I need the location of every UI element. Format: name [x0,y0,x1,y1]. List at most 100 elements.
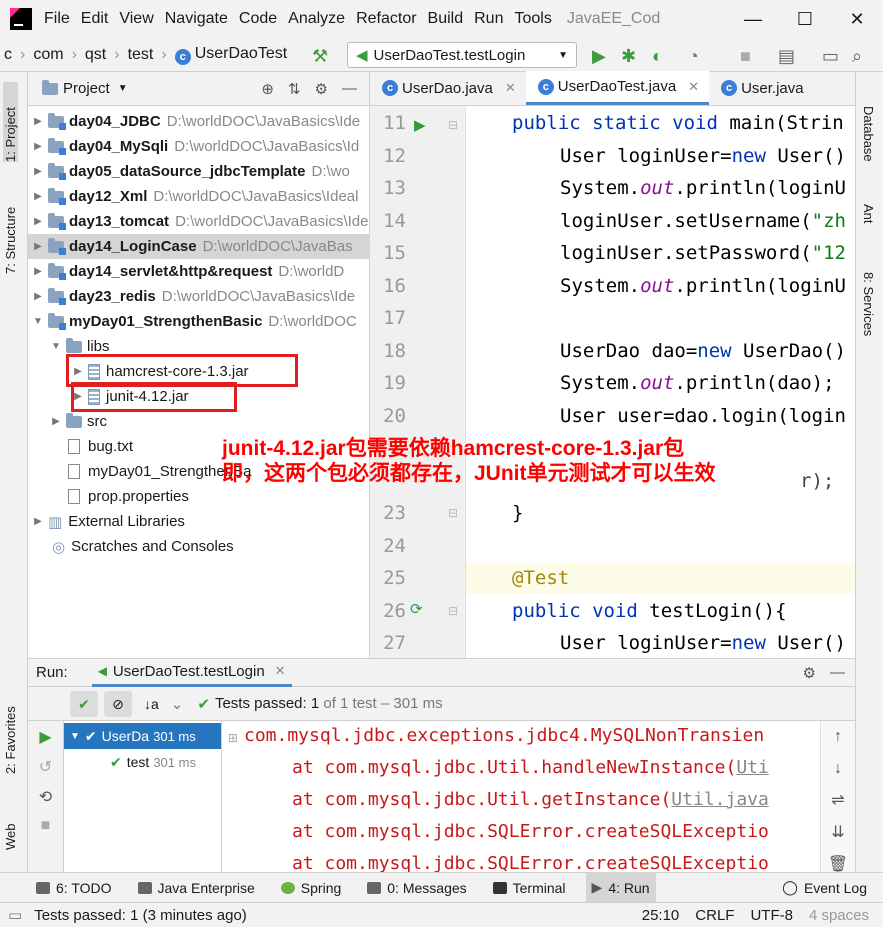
collapse-arrow-icon[interactable]: ▼ [32,316,44,327]
menu-file[interactable]: File [44,10,70,28]
expand-icon[interactable]: ⊞ [228,731,238,745]
fold-icon[interactable]: ⊟ [448,118,458,132]
project-panel-title[interactable]: Project [63,80,110,97]
maximize-button[interactable]: ☐ [779,9,831,30]
tree-item-day12-xml[interactable]: ▶ day12_Xml D:\worldDOC\JavaBasics\Ideal [28,184,370,209]
line-separator[interactable]: CRLF [695,907,734,924]
menu-view[interactable]: View [119,10,153,28]
menu-edit[interactable]: Edit [81,10,109,28]
fold-icon[interactable]: ⊟ [448,604,458,618]
close-icon[interactable]: ✕ [688,79,699,95]
cursor-position[interactable]: 25:10 [642,907,680,924]
run-test-icon[interactable]: ⟳ [410,600,423,618]
tab-userdaotest-java[interactable]: c UserDaoTest.java ✕ [525,71,710,105]
expand-arrow-icon[interactable]: ▶ [32,141,44,152]
test-suite-row[interactable]: ▼ ✔ UserDa 301 ms [64,723,221,749]
run-configuration-select[interactable]: ◀ UserDaoTest.testLogin ▼ [347,42,577,68]
close-icon[interactable]: ✕ [505,80,516,96]
breadcrumb-qst[interactable]: qst [85,46,106,64]
run-tab[interactable]: ◀ UserDaoTest.testLogin ✕ [91,659,292,687]
status-window-icon[interactable]: ▭ [8,906,22,924]
collapse-arrow-icon[interactable]: ▼ [70,731,80,742]
menu-tools[interactable]: Tools [514,10,551,28]
breadcrumb-com[interactable]: com [33,46,63,64]
arrow-down-icon[interactable]: ↓ [821,753,855,785]
console-output[interactable]: ⊞ com.mysql.jdbc.exceptions.jdbc4.MySQLN… [222,721,820,873]
test-case-row[interactable]: ✔ test 301 ms [64,749,221,775]
tree-item-day05-datasource[interactable]: ▶ day05_dataSource_jdbcTemplate D:\wo [28,159,370,184]
close-button[interactable]: ✕ [831,9,883,30]
tab-project[interactable]: 1: Project [3,82,18,162]
stop-icon[interactable]: ■ [740,46,751,67]
hide-icon[interactable]: — [830,664,845,681]
chevron-down-icon[interactable]: ▼ [118,83,128,94]
breadcrumb-test[interactable]: test [128,46,154,64]
tool-run[interactable]: ▶ 4: Run [585,872,656,903]
search-icon[interactable]: ⌕ [852,46,862,67]
tool-java-enterprise[interactable]: Java Enterprise [132,873,261,903]
profile-icon[interactable]: ◔ [688,46,699,67]
tool-event-log[interactable]: ◯ Event Log [776,873,873,903]
tree-item-src[interactable]: ▶ src [28,409,370,434]
tree-item-day14-servlet[interactable]: ▶ day14_servlet&http&request D:\worldD [28,259,370,284]
run-icon[interactable]: ▶ [592,46,606,67]
show-passed-button[interactable]: ✔ [70,690,98,717]
tree-item-myday01[interactable]: ▼ myDay01_StrengthenBasic D:\worldDOC [28,309,370,334]
tree-item-day04-jdbc[interactable]: ▶ day04_JDBC D:\worldDOC\JavaBasics\Ide [28,109,370,134]
code-editor[interactable]: 11 12 13 14 15 16 17 18 19 20 23 24 25 2… [370,106,855,658]
stop-icon[interactable]: ■ [28,817,63,835]
minimize-button[interactable]: — [727,9,779,30]
menu-code[interactable]: Code [239,10,277,28]
menu-refactor[interactable]: Refactor [356,10,416,28]
tab-ant[interactable]: Ant [861,204,876,224]
debug-bug-icon[interactable]: ✱ [621,46,636,67]
expand-arrow-icon[interactable]: ▶ [50,416,62,427]
presentation-icon[interactable]: ▭ [822,46,839,67]
menu-build[interactable]: Build [428,10,464,28]
collapse-all-icon[interactable]: ⇅ [288,80,301,98]
chevron-down-icon[interactable]: ⌄ [171,695,184,713]
expand-arrow-icon[interactable]: ▶ [32,116,44,127]
gear-icon[interactable]: ⚙ [803,664,816,682]
build-hammer-icon[interactable]: ⚒ [312,46,328,67]
tab-userdao-java[interactable]: c UserDao.java ✕ [370,71,526,105]
run-main-icon[interactable]: ▶ [414,116,426,134]
tab-favorites[interactable]: 2: Favorites [3,694,18,774]
breadcrumb-c[interactable]: c [4,46,12,64]
tab-web[interactable]: Web [3,810,18,851]
tab-services[interactable]: 8: Services [861,272,876,336]
scroll-to-end-icon[interactable]: ⇊ [821,817,855,849]
tree-item-day04-mysqli[interactable]: ▶ day04_MySqli D:\worldDOC\JavaBasics\Id [28,134,370,159]
locate-icon[interactable]: ⊕ [261,80,274,98]
expand-arrow-icon[interactable]: ▶ [32,166,44,177]
expand-arrow-icon[interactable]: ▶ [32,291,44,302]
tab-database[interactable]: Database [861,106,876,162]
console-link[interactable]: Util.java [671,789,769,810]
rerun-icon[interactable]: ▶ [28,727,63,747]
rerun-failed-icon[interactable]: ↺ [28,757,63,777]
console-link[interactable]: Uti [736,757,769,778]
show-ignored-button[interactable]: ⊘ [104,690,132,717]
menu-analyze[interactable]: Analyze [288,10,345,28]
tool-todo[interactable]: 6: TODO [30,873,118,903]
tree-item-external-libraries[interactable]: ▶ ▥ External Libraries [28,509,370,534]
arrow-up-icon[interactable]: ↑ [821,721,855,753]
expand-arrow-icon[interactable]: ▶ [32,266,44,277]
expand-arrow-icon[interactable]: ▶ [32,216,44,227]
tab-structure[interactable]: 7: Structure [3,184,18,274]
file-encoding[interactable]: UTF-8 [750,907,793,924]
tree-item-day13-tomcat[interactable]: ▶ day13_tomcat D:\worldDOC\JavaBasics\Ide [28,209,370,234]
collapse-arrow-icon[interactable]: ▼ [50,341,62,352]
toggle-auto-test-icon[interactable]: ⟲ [28,787,63,807]
expand-arrow-icon[interactable]: ▶ [32,191,44,202]
sort-icon[interactable]: ↓a [144,696,159,712]
expand-arrow-icon[interactable]: ▶ [32,241,44,252]
menu-run[interactable]: Run [474,10,503,28]
soft-wrap-icon[interactable]: ⇌ [821,785,855,817]
gear-icon[interactable]: ⚙ [315,80,328,98]
project-structure-icon[interactable]: ▤ [778,46,795,67]
tree-item-day14-logincase[interactable]: ▶ day14_LoginCase D:\worldDOC\JavaBas [28,234,370,259]
hide-icon[interactable]: — [342,80,357,98]
menu-navigate[interactable]: Navigate [165,10,228,28]
tab-user-java[interactable]: c User.java [709,71,814,105]
